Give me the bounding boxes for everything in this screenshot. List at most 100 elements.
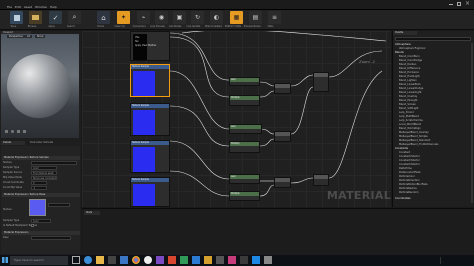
texture-base-section[interactable]: Material Expression Texture Base: [2, 193, 80, 197]
home-button[interactable]: ⌂: [97, 11, 110, 24]
material-expression-section[interactable]: Material Expression: [2, 231, 80, 235]
app-icon-9[interactable]: [252, 256, 260, 264]
material-graph[interactable]: UVs Tex Apply View MipBias Texture Sampl…: [82, 31, 391, 207]
lerp-node-1[interactable]: Lerp: [229, 77, 260, 86]
palette-item[interactable]: Lerp_MultiBlend: [399, 115, 419, 118]
live-nodes-button[interactable]: ▣: [173, 11, 186, 24]
chrome-icon[interactable]: [132, 256, 140, 264]
palette-item[interactable]: Blend_SoftLight: [399, 107, 419, 110]
palette-item[interactable]: DeltaTime: [399, 167, 412, 170]
palette-item[interactable]: MatLayerBlend_Overlay: [399, 131, 429, 134]
mail-icon[interactable]: [120, 256, 128, 264]
search-button[interactable]: ⌕: [68, 11, 81, 24]
palette-item[interactable]: Blend_Overlay: [399, 95, 417, 98]
palette-item[interactable]: ParticleMotionBlurFade: [399, 183, 428, 186]
palette-item[interactable]: Constant: [399, 151, 410, 154]
texture-sample-node-5[interactable]: Texture Sample: [130, 177, 170, 207]
file-explorer-icon[interactable]: [96, 256, 104, 264]
palette-item[interactable]: Blend_LinearBurn: [399, 83, 421, 86]
palette-item[interactable]: DistanceCullFade: [399, 171, 421, 174]
palette-item[interactable]: Blend_Screen: [399, 103, 416, 106]
palette-item[interactable]: Blend_Exclusion: [399, 71, 419, 74]
maximize-icon[interactable]: [457, 2, 461, 6]
palette-item[interactable]: ParticleColor: [399, 175, 415, 178]
add-node-2[interactable]: [274, 131, 291, 142]
palette-item[interactable]: Lerp_3Color: [399, 111, 414, 114]
palette-item[interactable]: MatLayerBlend_TintAllChannels: [399, 143, 438, 146]
viewport[interactable]: Perspective Lit Show: [1, 34, 79, 138]
live-update-button[interactable]: ↻: [191, 11, 204, 24]
palette-search-input[interactable]: [395, 37, 471, 41]
sampler-type-field[interactable]: Color: [31, 166, 57, 170]
minimize-icon[interactable]: [449, 4, 453, 5]
palette-item[interactable]: Blend_WorldAlign: [399, 127, 421, 130]
texture-sample-node-3[interactable]: Texture Sample: [130, 103, 170, 136]
browse-button[interactable]: [29, 11, 42, 24]
app-icon-8[interactable]: [240, 256, 248, 264]
store-icon[interactable]: [108, 256, 116, 264]
close-icon[interactable]: ×: [465, 1, 470, 7]
palette-category-coordinates[interactable]: Coordinates: [395, 197, 411, 200]
texture-thumbnail[interactable]: [29, 199, 46, 216]
palette-item[interactable]: Lerp_ScratchGrime: [399, 119, 423, 122]
palette-item[interactable]: MatLayerBlend_Standard: [399, 139, 430, 142]
connectors-button[interactable]: ⌁: [137, 11, 150, 24]
app-icon-2[interactable]: [168, 256, 176, 264]
windows-start-icon[interactable]: [2, 257, 8, 263]
apply-button[interactable]: ✓: [49, 11, 62, 24]
app-icon-10[interactable]: [264, 256, 272, 264]
palette-item[interactable]: Local_WorldBlend: [399, 123, 421, 126]
preview-cylinder-icon[interactable]: [5, 130, 8, 133]
texture-sample-section[interactable]: Material Expression Texture Sample: [2, 156, 80, 160]
viewport-show[interactable]: Show: [35, 35, 46, 38]
menu-asset[interactable]: Asset: [24, 5, 32, 9]
edge-icon[interactable]: [84, 256, 92, 264]
palette-item[interactable]: Blend_PinLight: [399, 99, 417, 102]
stats-button[interactable]: ≡: [268, 11, 281, 24]
palette-item[interactable]: Blend_ColorBurn: [399, 55, 420, 58]
viewport-perspective[interactable]: Perspective: [7, 35, 25, 38]
texture-sample-node-1[interactable]: UVs Tex Apply View MipBias: [130, 31, 170, 61]
palette-category-constants[interactable]: Constants: [395, 147, 408, 150]
palette-item[interactable]: Blend_Difference: [399, 67, 420, 70]
menu-edit[interactable]: Edit: [15, 5, 21, 9]
palette-item[interactable]: Constant2Vector: [399, 155, 420, 158]
palette-item[interactable]: ParticleDirection: [399, 179, 420, 182]
texture-asset-picker[interactable]: [48, 203, 70, 207]
lerp-node-3[interactable]: Lerp: [229, 174, 260, 184]
preview-nodes-button[interactable]: ▤: [249, 11, 262, 24]
const-mip-value-field[interactable]: -1: [31, 186, 47, 190]
palette-item[interactable]: Blend_HardLight: [399, 75, 420, 78]
platform-stats-button[interactable]: ▦: [230, 11, 243, 24]
palette-item[interactable]: Blend_Darken: [399, 63, 416, 66]
task-view-icon[interactable]: [72, 256, 80, 264]
clean-up-button[interactable]: ✦: [117, 11, 130, 24]
palette-scrollbar[interactable]: [471, 43, 473, 203]
app-icon-3[interactable]: [180, 256, 188, 264]
sampler-source-field[interactable]: From texture asset: [31, 171, 57, 175]
add-node-1[interactable]: [274, 83, 291, 94]
append-node-1[interactable]: [313, 72, 329, 92]
hide-unrelated-button[interactable]: ◐: [210, 11, 223, 24]
palette-item[interactable]: Constant4Vector: [399, 163, 420, 166]
app-icon-5[interactable]: [204, 256, 212, 264]
live-preview-button[interactable]: ◉: [155, 11, 168, 24]
texture-base-sampler-field[interactable]: Color: [31, 219, 51, 223]
is-default-meshpaint-checkbox[interactable]: [31, 224, 34, 227]
palette-tab[interactable]: Palette: [393, 31, 417, 35]
stats-tab[interactable]: Stats: [84, 211, 100, 215]
mip-value-mode-field[interactable]: None (use computed mip level): [31, 176, 57, 180]
preview-plane-icon[interactable]: [17, 130, 20, 133]
add-node-3[interactable]: [274, 177, 291, 188]
palette-item[interactable]: Blend_LinearLight: [399, 91, 421, 94]
pin-tex[interactable]: Tex: [135, 40, 139, 43]
texture-sample-node-4[interactable]: Texture Sample: [130, 140, 170, 173]
system-tray[interactable]: [440, 257, 472, 264]
palette-item[interactable]: ParticleRadius: [399, 187, 417, 190]
multiply-node-2[interactable]: Multiply: [229, 141, 260, 153]
palette-item[interactable]: Blend_Lighten: [399, 79, 417, 82]
multiply-node-1[interactable]: Multiply: [229, 95, 260, 106]
palette-item[interactable]: Blend_ColorDodge: [399, 59, 422, 62]
viewport-lit[interactable]: Lit: [25, 35, 32, 38]
palette-item[interactable]: Blend_LinearDodge: [399, 87, 423, 90]
